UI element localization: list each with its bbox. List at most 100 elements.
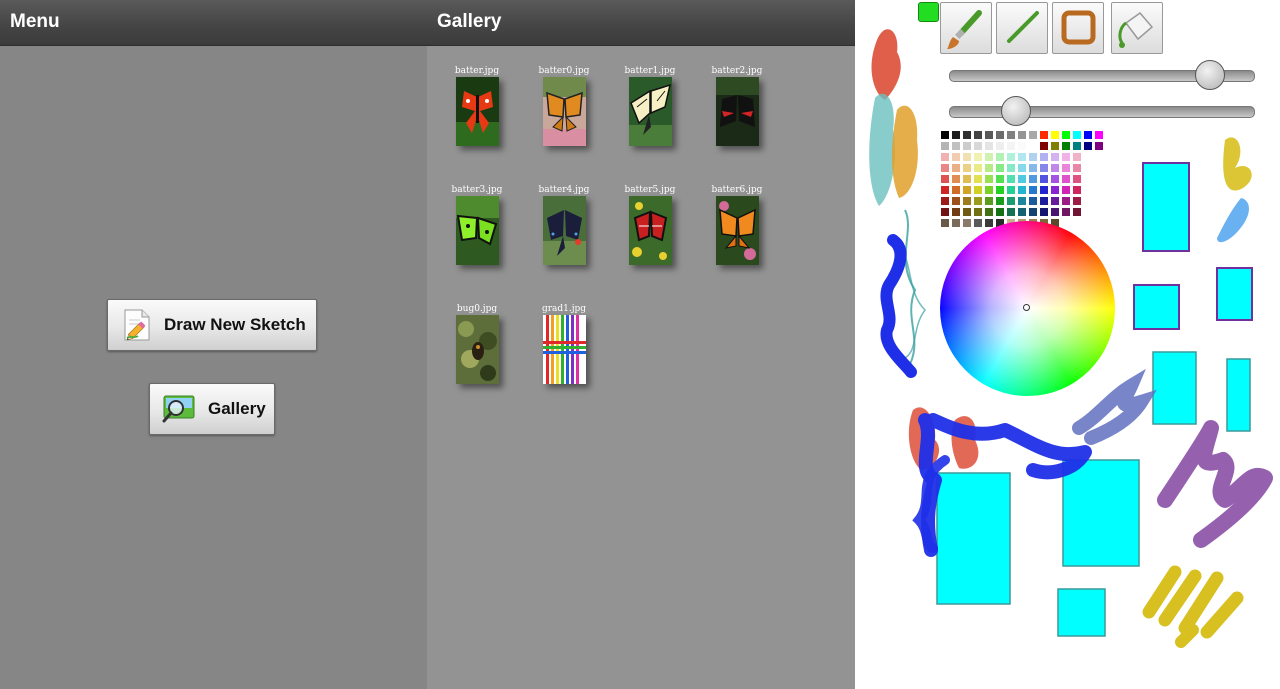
palette-swatch[interactable] (1006, 196, 1016, 206)
palette-swatch[interactable] (1039, 174, 1049, 184)
palette-swatch[interactable] (973, 163, 983, 173)
gallery-item[interactable]: batter.jpg (445, 65, 509, 146)
palette-swatch[interactable] (995, 141, 1005, 151)
palette-swatch[interactable] (1072, 141, 1082, 151)
rectangle-tool-button[interactable] (1052, 2, 1104, 54)
palette-swatch[interactable] (951, 163, 961, 173)
gallery-item[interactable]: bug0.jpg (445, 303, 509, 384)
palette-swatch[interactable] (962, 207, 972, 217)
palette-swatch[interactable] (1061, 152, 1071, 162)
palette-swatch[interactable] (1028, 196, 1038, 206)
palette-swatch[interactable] (1050, 207, 1060, 217)
palette-swatch[interactable] (984, 163, 994, 173)
gallery-item[interactable]: batter5.jpg (618, 184, 682, 265)
palette-swatch[interactable] (1061, 141, 1071, 151)
palette-swatch[interactable] (951, 130, 961, 140)
palette-swatch[interactable] (951, 218, 961, 228)
palette-swatch[interactable] (1006, 141, 1016, 151)
palette-swatch[interactable] (995, 130, 1005, 140)
palette-swatch[interactable] (1072, 163, 1082, 173)
palette-swatch[interactable] (1072, 174, 1082, 184)
palette-swatch[interactable] (940, 196, 950, 206)
palette-swatch[interactable] (1061, 163, 1071, 173)
palette-swatch[interactable] (940, 141, 950, 151)
palette-swatch[interactable] (1039, 152, 1049, 162)
palette-swatch[interactable] (962, 185, 972, 195)
palette-swatch[interactable] (1039, 141, 1049, 151)
opacity-slider[interactable] (949, 96, 1255, 126)
palette-swatch[interactable] (1028, 174, 1038, 184)
palette-swatch[interactable] (962, 174, 972, 184)
opacity-slider-thumb[interactable] (1001, 96, 1031, 126)
palette-swatch[interactable] (1061, 185, 1071, 195)
palette-swatch[interactable] (1017, 141, 1027, 151)
palette-swatch[interactable] (940, 163, 950, 173)
palette-swatch[interactable] (940, 130, 950, 140)
palette-swatch[interactable] (973, 130, 983, 140)
palette-swatch[interactable] (1050, 185, 1060, 195)
gallery-item[interactable]: batter1.jpg (618, 65, 682, 146)
palette-swatch[interactable] (1072, 185, 1082, 195)
palette-swatch[interactable] (984, 185, 994, 195)
palette-swatch[interactable] (1017, 207, 1027, 217)
gallery-item[interactable]: batter6.jpg (705, 184, 769, 265)
palette-swatch[interactable] (973, 141, 983, 151)
palette-swatch[interactable] (1050, 174, 1060, 184)
palette-swatch[interactable] (1050, 196, 1060, 206)
palette-swatch[interactable] (1050, 130, 1060, 140)
palette-swatch[interactable] (940, 207, 950, 217)
palette-swatch[interactable] (1017, 130, 1027, 140)
palette-swatch[interactable] (973, 218, 983, 228)
palette-swatch[interactable] (951, 196, 961, 206)
palette-swatch[interactable] (951, 152, 961, 162)
palette-swatch[interactable] (1039, 163, 1049, 173)
palette-swatch[interactable] (1083, 141, 1093, 151)
palette-swatch[interactable] (1006, 185, 1016, 195)
palette-swatch[interactable] (1061, 207, 1071, 217)
palette-swatch[interactable] (973, 152, 983, 162)
palette-swatch[interactable] (995, 207, 1005, 217)
gallery-item[interactable]: batter0.jpg (532, 65, 596, 146)
palette-swatch[interactable] (962, 141, 972, 151)
palette-swatch[interactable] (973, 196, 983, 206)
palette-swatch[interactable] (995, 196, 1005, 206)
palette-swatch[interactable] (995, 185, 1005, 195)
palette-swatch[interactable] (951, 207, 961, 217)
palette-swatch[interactable] (1072, 152, 1082, 162)
palette-swatch[interactable] (1050, 152, 1060, 162)
palette-swatch[interactable] (1083, 130, 1093, 140)
draw-new-sketch-button[interactable]: Draw New Sketch (107, 299, 317, 351)
palette-swatch[interactable] (940, 152, 950, 162)
palette-swatch[interactable] (984, 218, 994, 228)
palette-swatch[interactable] (1017, 163, 1027, 173)
paintbrush-tool-button[interactable] (940, 2, 992, 54)
palette-swatch[interactable] (940, 185, 950, 195)
palette-swatch[interactable] (1017, 152, 1027, 162)
palette-swatch[interactable] (962, 218, 972, 228)
line-tool-button[interactable] (996, 2, 1048, 54)
palette-swatch[interactable] (984, 130, 994, 140)
palette-swatch[interactable] (995, 152, 1005, 162)
palette-swatch[interactable] (1006, 163, 1016, 173)
gallery-item[interactable]: grad1.jpg (532, 303, 596, 384)
palette-swatch[interactable] (940, 218, 950, 228)
palette-swatch[interactable] (1094, 130, 1104, 140)
palette-swatch[interactable] (951, 141, 961, 151)
palette-swatch[interactable] (1072, 130, 1082, 140)
palette-swatch[interactable] (1006, 207, 1016, 217)
palette-swatch[interactable] (1017, 196, 1027, 206)
palette-swatch[interactable] (1006, 130, 1016, 140)
palette-swatch[interactable] (1050, 141, 1060, 151)
gallery-button[interactable]: Gallery (149, 383, 275, 435)
palette-swatch[interactable] (973, 174, 983, 184)
palette-swatch[interactable] (984, 141, 994, 151)
palette-swatch[interactable] (1061, 130, 1071, 140)
palette-swatch[interactable] (984, 207, 994, 217)
palette-swatch[interactable] (962, 163, 972, 173)
color-wheel[interactable] (940, 221, 1115, 396)
palette-swatch[interactable] (1050, 163, 1060, 173)
palette-swatch[interactable] (1039, 196, 1049, 206)
color-wheel-selector[interactable] (1023, 304, 1030, 311)
palette-swatch[interactable] (1039, 207, 1049, 217)
palette-swatch[interactable] (984, 152, 994, 162)
